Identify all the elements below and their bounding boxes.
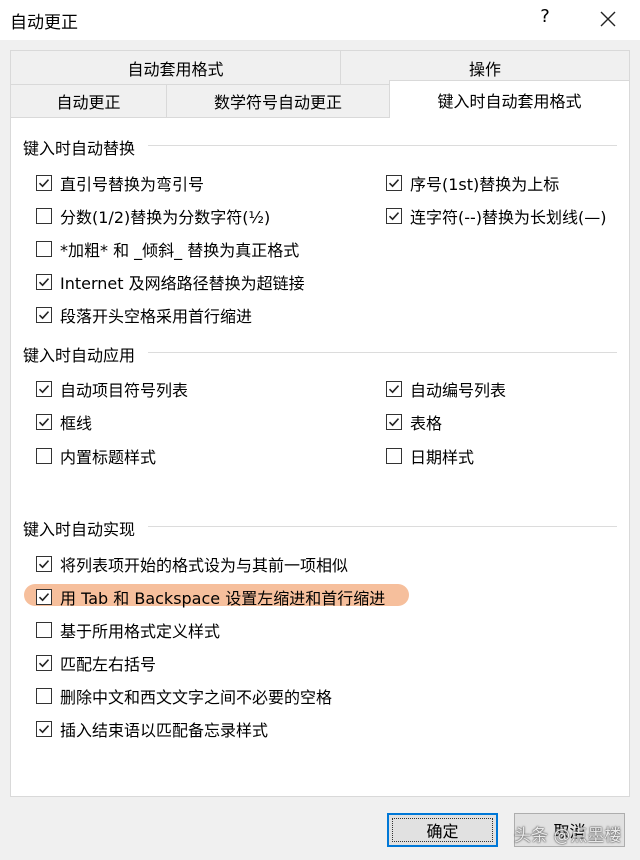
checkbox-box[interactable] <box>386 414 402 430</box>
checkmark-icon <box>38 179 50 188</box>
checkbox-tables[interactable]: 表格 <box>386 410 442 434</box>
group-divider <box>148 352 617 353</box>
checkbox-heading-styles[interactable]: 内置标题样式 <box>36 444 156 468</box>
checkbox-box[interactable] <box>36 381 52 397</box>
group-divider <box>148 526 617 527</box>
checkbox-box[interactable] <box>386 208 402 224</box>
ok-button-label: 确定 <box>426 822 459 841</box>
checkbox-box[interactable] <box>36 721 52 737</box>
close-icon <box>600 11 616 27</box>
checkmark-icon <box>388 385 400 394</box>
checkbox-label: 插入结束语以匹配备忘录样式 <box>60 721 269 740</box>
checkbox-box[interactable] <box>36 274 52 290</box>
checkbox-numbered-lists[interactable]: 自动编号列表 <box>386 377 506 401</box>
tab-autoformat-as-you-type[interactable]: 键入时自动套用格式 <box>389 80 630 118</box>
checkmark-icon <box>388 179 400 188</box>
checkbox-label: 删除中文和西文文字之间不必要的空格 <box>60 688 333 707</box>
checkbox-box[interactable] <box>386 175 402 191</box>
checkbox-first-line-indent[interactable]: 段落开头空格采用首行缩进 <box>36 303 252 327</box>
checkbox-box[interactable] <box>36 589 52 605</box>
checkbox-list-format-like-previous[interactable]: 将列表项开始的格式设为与其前一项相似 <box>36 552 348 576</box>
checkbox-border-lines[interactable]: 框线 <box>36 410 92 434</box>
checkbox-date-styles[interactable]: 日期样式 <box>386 444 474 468</box>
group-title-replace: 键入时自动替换 <box>23 139 136 158</box>
checkbox-label: 基于所用格式定义样式 <box>60 622 221 641</box>
checkbox-box[interactable] <box>36 307 52 323</box>
tab-autocorrect[interactable]: 自动更正 <box>10 84 167 118</box>
checkbox-label: 内置标题样式 <box>60 448 157 467</box>
ok-button[interactable]: 确定 <box>387 813 498 847</box>
checkbox-label: 段落开头空格采用首行缩进 <box>60 307 253 326</box>
checkbox-bold-italic[interactable]: *加粗* 和 _倾斜_ 替换为真正格式 <box>36 237 299 261</box>
checkbox-label: 匹配左右括号 <box>60 655 157 674</box>
watermark: 头条 @点墨楼 <box>514 826 622 846</box>
checkbox-box[interactable] <box>386 381 402 397</box>
close-button[interactable] <box>598 9 618 29</box>
checkbox-label: Internet 及网络路径替换为超链接 <box>60 274 305 293</box>
checkbox-label: 直引号替换为弯引号 <box>60 175 205 194</box>
checkmark-icon <box>388 418 400 427</box>
checkbox-label: 自动编号列表 <box>410 381 507 400</box>
checkbox-label: 将列表项开始的格式设为与其前一项相似 <box>60 556 349 575</box>
checkmark-icon <box>38 311 50 320</box>
checkbox-box[interactable] <box>36 414 52 430</box>
checkbox-ordinals-superscript[interactable]: 序号(1st)替换为上标 <box>386 171 559 195</box>
checkbox-label: 分数(1/2)替换为分数字符(½) <box>60 208 271 227</box>
checkbox-label: 连字符(--)替换为长划线(—) <box>410 208 607 227</box>
checkbox-box[interactable] <box>36 175 52 191</box>
checkbox-box[interactable] <box>36 241 52 257</box>
checkbox-hyperlinks[interactable]: Internet 及网络路径替换为超链接 <box>36 270 305 294</box>
checkbox-tab-backspace-indent[interactable]: 用 Tab 和 Backspace 设置左缩进和首行缩进 <box>36 585 385 609</box>
checkbox-label: 框线 <box>60 414 93 433</box>
checkmark-icon <box>38 593 50 602</box>
checkbox-smart-quotes[interactable]: 直引号替换为弯引号 <box>36 171 204 195</box>
checkbox-hyphens-dash[interactable]: 连字符(--)替换为长划线(—) <box>386 204 607 228</box>
checkmark-icon <box>38 385 50 394</box>
dialog-title: 自动更正 <box>10 13 78 33</box>
title-bar: 自动更正 ? <box>0 0 640 40</box>
group-divider <box>148 145 617 146</box>
checkbox-label: *加粗* 和 _倾斜_ 替换为真正格式 <box>60 241 300 260</box>
checkmark-icon <box>38 278 50 287</box>
checkbox-closing-phrases[interactable]: 插入结束语以匹配备忘录样式 <box>36 717 268 741</box>
checkbox-label: 序号(1st)替换为上标 <box>410 175 560 194</box>
group-title-apply: 键入时自动应用 <box>23 346 136 365</box>
checkbox-remove-spaces[interactable]: 删除中文和西文文字之间不必要的空格 <box>36 684 332 708</box>
checkmark-icon <box>388 212 400 221</box>
checkbox-box[interactable] <box>36 688 52 704</box>
checkbox-box[interactable] <box>36 556 52 572</box>
checkbox-box[interactable] <box>36 655 52 671</box>
help-button[interactable]: ? <box>535 6 555 27</box>
checkbox-define-styles[interactable]: 基于所用格式定义样式 <box>36 618 220 642</box>
checkbox-box[interactable] <box>36 622 52 638</box>
tab-autoformat[interactable]: 自动套用格式 <box>10 50 341 85</box>
checkbox-match-brackets[interactable]: 匹配左右括号 <box>36 651 156 675</box>
checkbox-label: 日期样式 <box>410 448 475 467</box>
checkbox-fractions[interactable]: 分数(1/2)替换为分数字符(½) <box>36 204 270 228</box>
checkmark-icon <box>38 659 50 668</box>
checkmark-icon <box>38 418 50 427</box>
checkbox-bulleted-lists[interactable]: 自动项目符号列表 <box>36 377 188 401</box>
checkbox-box[interactable] <box>36 448 52 464</box>
checkmark-icon <box>38 725 50 734</box>
checkmark-icon <box>38 560 50 569</box>
checkbox-label: 用 Tab 和 Backspace 设置左缩进和首行缩进 <box>60 589 386 608</box>
checkbox-box[interactable] <box>386 448 402 464</box>
checkbox-label: 表格 <box>410 414 443 433</box>
checkbox-box[interactable] <box>36 208 52 224</box>
group-title-implement: 键入时自动实现 <box>23 520 136 539</box>
tab-math-autocorrect[interactable]: 数学符号自动更正 <box>166 84 390 118</box>
checkbox-label: 自动项目符号列表 <box>60 381 189 400</box>
